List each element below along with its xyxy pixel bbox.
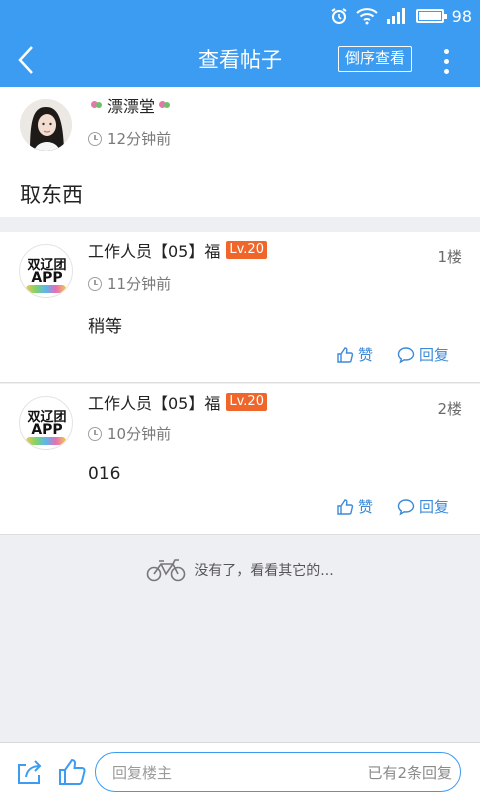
like-post-button[interactable] <box>57 757 87 787</box>
reply-label: 回复 <box>419 346 450 364</box>
avatar[interactable] <box>20 99 72 151</box>
wifi-icon <box>355 8 378 25</box>
more-menu-button[interactable] <box>432 41 460 81</box>
post-content: 取东西 <box>20 183 83 207</box>
bottom-bar: 回复楼主 已有2条回复 <box>0 742 480 800</box>
reply-author[interactable]: 工作人员【05】福 Lv.20 <box>88 390 267 414</box>
reply-time: 10分钟前 <box>88 423 171 444</box>
alarm-icon <box>331 8 347 24</box>
comment-icon <box>397 346 415 363</box>
flower-icon <box>158 99 172 111</box>
reply-label: 回复 <box>419 498 450 516</box>
original-post: 漂漂堂 12分钟前 取东西 <box>0 87 480 217</box>
avatar-text: APP <box>31 270 63 286</box>
signal-icon <box>386 8 405 24</box>
status-bar: 98 <box>0 0 480 33</box>
thumbs-up-icon <box>337 346 354 363</box>
divider <box>0 382 480 383</box>
reply-time-text: 10分钟前 <box>107 425 172 443</box>
thumbs-up-icon <box>59 758 86 785</box>
floor-number: 2楼 <box>437 400 462 418</box>
avatar[interactable]: 双辽团 APP <box>19 244 73 298</box>
post-time-text: 12分钟前 <box>107 130 172 148</box>
reply-time-text: 11分钟前 <box>107 275 172 293</box>
reply-button[interactable]: 回复 <box>397 344 449 365</box>
nav-bar: 查看帖子 倒序查看 <box>0 33 480 87</box>
dot-icon <box>443 68 449 74</box>
bicycle-icon <box>147 559 186 582</box>
reply-input[interactable]: 回复楼主 已有2条回复 <box>95 752 461 792</box>
floor-number: 1楼 <box>437 248 462 266</box>
reply-button[interactable]: 回复 <box>397 496 449 517</box>
reply-count: 已有2条回复 <box>367 764 452 782</box>
dot-icon <box>443 48 449 54</box>
reply-content: 016 <box>88 464 121 484</box>
reply-author-name: 工作人员【05】福 <box>88 242 221 261</box>
like-label: 赞 <box>358 498 374 516</box>
thumbs-up-icon <box>337 498 354 515</box>
reverse-order-button[interactable]: 倒序查看 <box>338 46 412 72</box>
level-badge: Lv.20 <box>226 241 267 259</box>
clock-icon <box>88 276 102 291</box>
share-button[interactable] <box>14 757 44 787</box>
share-icon <box>18 760 42 784</box>
battery-icon <box>415 9 447 23</box>
divider <box>0 534 480 535</box>
like-label: 赞 <box>358 346 374 364</box>
comment-icon <box>397 498 415 515</box>
post-time: 12分钟前 <box>88 128 171 149</box>
avatar-text: APP <box>31 422 63 438</box>
end-message: 没有了，看看其它的... <box>194 563 334 579</box>
like-button[interactable]: 赞 <box>336 344 373 365</box>
reply-time: 11分钟前 <box>88 273 171 294</box>
clock-icon <box>88 426 102 441</box>
reply-author[interactable]: 工作人员【05】福 Lv.20 <box>88 238 267 262</box>
level-badge: Lv.20 <box>226 393 267 411</box>
reply-item: 双辽团 APP 工作人员【05】福 Lv.20 1楼 11分钟前 稍等 赞 回复 <box>0 232 480 383</box>
avatar[interactable]: 双辽团 APP <box>19 396 73 450</box>
reply-author-name: 工作人员【05】福 <box>88 394 221 413</box>
author-name[interactable]: 漂漂堂 <box>90 93 172 117</box>
dot-icon <box>443 58 449 64</box>
end-of-list[interactable]: 没有了，看看其它的... <box>0 556 480 584</box>
battery-level: 98 <box>451 6 472 26</box>
reply-item: 双辽团 APP 工作人员【05】福 Lv.20 2楼 10分钟前 016 赞 回… <box>0 384 480 535</box>
like-button[interactable]: 赞 <box>336 496 373 517</box>
clock-icon <box>88 131 102 146</box>
reply-content: 稍等 <box>88 317 122 337</box>
author-name-text: 漂漂堂 <box>107 97 156 116</box>
reply-input-placeholder: 回复楼主 <box>112 764 173 782</box>
flower-icon <box>90 99 104 111</box>
